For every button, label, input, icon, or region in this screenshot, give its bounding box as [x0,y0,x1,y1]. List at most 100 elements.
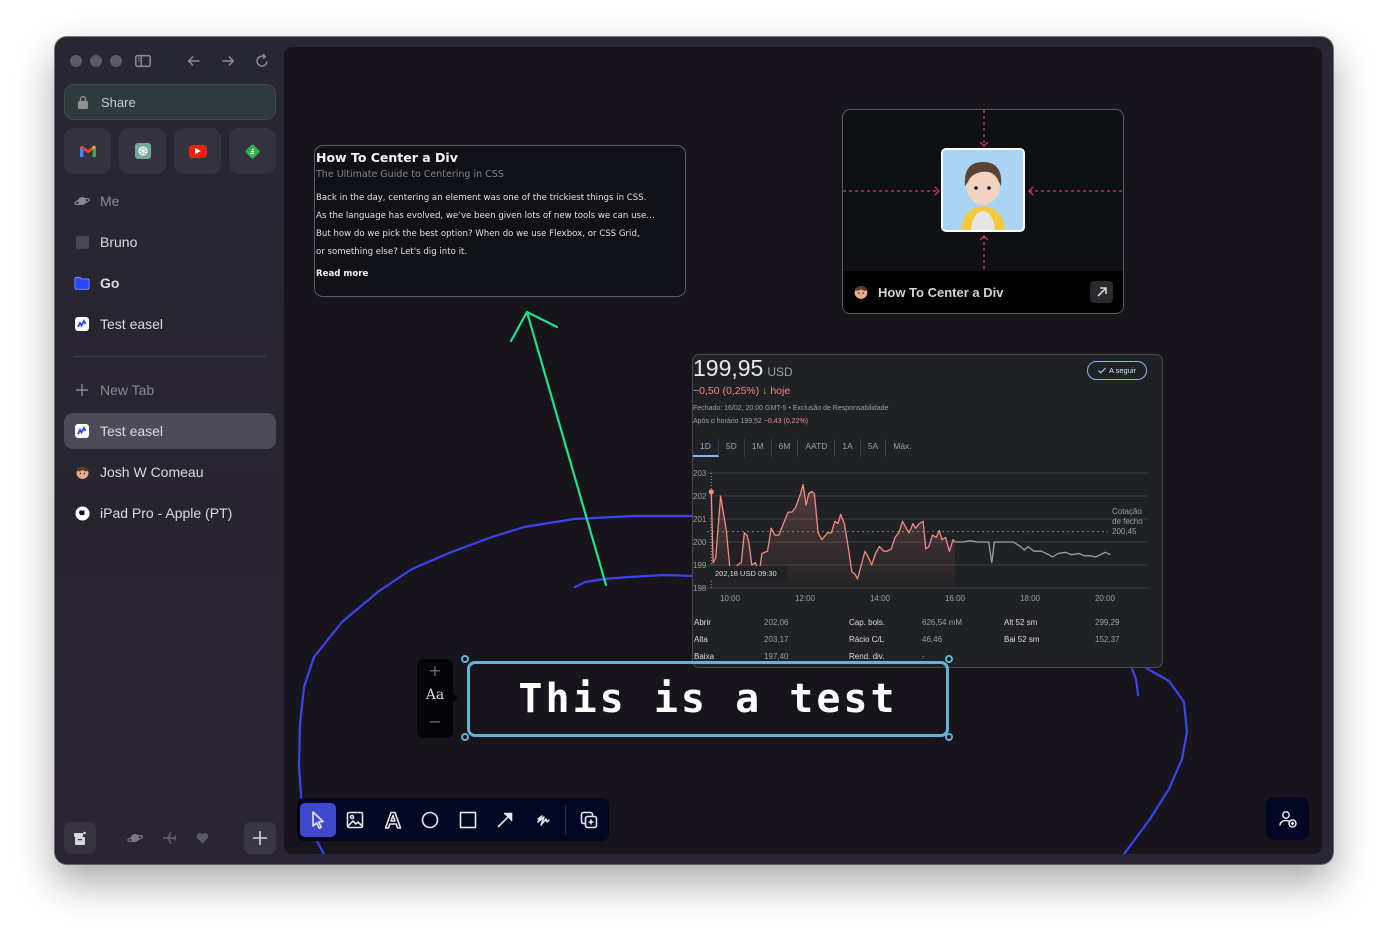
range-tab-1m[interactable]: 1M [745,439,772,457]
series-line-after-hours [955,540,1111,564]
sidebar: Share Me Bruno Go Test easel New Tab Tes… [55,37,284,864]
open-link-button[interactable] [1090,281,1113,303]
square-icon [74,234,90,250]
range-tab-5d[interactable]: 5D [719,439,745,457]
library-button[interactable] [64,822,96,854]
blue-freehand-stroke[interactable] [573,573,696,589]
image-tool[interactable] [338,803,374,837]
maximize-window-button[interactable] [110,55,122,67]
stock-chart[interactable]: 198 199 200 201 202 203 10:00 12:00 14:00 16:00 18… [693,463,1163,603]
image-link-card[interactable]: How To Center a Div [842,109,1124,314]
stock-quote-card[interactable]: 199,95 USD −0,50 (0,25%) ↓ hoje Fechado: … [692,354,1163,668]
gmail-icon [79,145,96,157]
stat-value: - [922,652,925,661]
back-icon[interactable] [183,50,205,72]
article-title: How To Center a Div [316,150,458,165]
tab-label: Test easel [100,423,164,439]
stat-value: 626,54 mM [922,618,963,627]
range-tabs: 1D 5D 1M 6M AATD 1A 5A Máx. [693,439,919,457]
previous-close-label: Cotação [1112,507,1142,516]
easel-icon [74,423,90,439]
arrow-icon [497,812,513,828]
follow-button[interactable]: A seguir [1087,361,1147,380]
y-tick-label: 199 [693,561,707,570]
after-hours-info: Após o horário 199,52 −0,43 (0,22%) [693,418,808,425]
stat-value: 299,29 [1095,618,1120,627]
tab-test-easel[interactable]: Test easel [64,413,276,449]
font-picker-button[interactable]: Aa [417,687,453,703]
font-decrease-button[interactable]: − [417,712,453,731]
sidebar-folder-go[interactable]: Go [64,265,276,301]
new-space-button[interactable] [244,822,276,854]
stat-value: 152,37 [1095,635,1120,644]
add-page-tool[interactable] [571,803,607,837]
selected-text-element[interactable]: This is a test [467,661,949,737]
resize-handle-bottom-left[interactable] [461,733,469,741]
select-tool[interactable] [300,802,336,837]
article-body-line: or something else? Let's dig into it. [316,247,468,257]
arrow-tool[interactable] [488,803,524,837]
scribble-tool[interactable] [525,803,561,837]
stat-value: 203,17 [764,635,789,644]
image-card-footer: How To Center a Div [843,271,1123,313]
favorite-chatgpt[interactable] [119,128,166,174]
range-tab-5a[interactable]: 5A [861,439,887,457]
feedly-icon [245,144,260,158]
space-travel-switch[interactable] [162,831,177,850]
sidebar-toggle-icon[interactable] [132,50,154,72]
tab-josh-w-comeau[interactable]: Josh W Comeau [64,454,276,490]
sidebar-item-me[interactable]: Me [64,183,276,219]
arrow-up-right-icon [1096,287,1107,297]
resize-handle-top-right[interactable] [945,655,953,663]
drawing-toolbar [297,798,609,841]
font-size-control: + Aa − [417,659,458,738]
stat-label: Alt 52 sm [1004,618,1038,627]
forward-icon[interactable] [217,50,239,72]
resize-handle-top-left[interactable] [461,655,469,663]
new-tab-button[interactable]: New Tab [64,372,276,408]
range-tab-6m[interactable]: 6M [772,439,799,457]
close-window-button[interactable] [70,55,82,67]
circle-icon [421,811,439,828]
check-icon [1097,367,1106,374]
favorite-gmail[interactable] [64,128,111,174]
y-tick-label: 200 [693,538,707,547]
y-tick-label: 198 [693,584,707,593]
sidebar-item-label: Go [100,275,120,291]
rectangle-tool[interactable] [450,803,486,837]
range-tab-1a[interactable]: 1A [835,439,861,457]
sidebar-item-test-easel[interactable]: Test easel [64,306,276,342]
range-tab-aatd[interactable]: AATD [798,439,836,457]
tab-ipad-pro-apple[interactable]: iPad Pro - Apple (PT) [64,495,276,531]
minimize-window-button[interactable] [90,55,102,67]
easel-canvas[interactable]: How To Center a Div The Ultimate Guide t… [284,47,1322,854]
circle-tool[interactable] [413,803,449,837]
read-more-link[interactable]: Read more [316,269,685,279]
favorite-youtube[interactable] [174,128,221,174]
blue-freehand-stroke[interactable] [1122,666,1189,854]
article-link-card[interactable]: How To Center a Div The Ultimate Guide t… [314,145,686,297]
price-change: −0,50 (0,25%) ↓ hoje [693,385,791,397]
reload-icon[interactable] [251,50,273,72]
range-tab-1d[interactable]: 1D [693,439,719,457]
rectangle-icon [459,811,477,828]
text-element-content[interactable]: This is a test [518,676,897,722]
after-hours-price: Após o horário 199,52 [693,418,762,425]
apple-icon [74,505,90,521]
airplane-icon [163,832,177,844]
text-tool[interactable] [375,803,411,837]
image-icon [346,811,364,828]
favorite-feedly[interactable] [229,128,276,174]
space-favorites-switch[interactable] [196,831,209,849]
resize-handle-bottom-right[interactable] [945,733,953,741]
share-address-bar[interactable]: Share [64,84,276,120]
font-increase-button[interactable]: + [417,661,453,680]
sidebar-item-bruno[interactable]: Bruno [64,224,276,260]
centered-avatar-image [941,148,1025,232]
invite-collaborator-button[interactable] [1266,797,1309,840]
space-me-switch[interactable] [127,831,143,849]
x-tick-label: 14:00 [870,594,891,603]
green-arrow[interactable] [509,310,608,587]
blue-freehand-stroke[interactable] [1130,667,1140,697]
range-tab-mx[interactable]: Máx. [886,439,918,457]
